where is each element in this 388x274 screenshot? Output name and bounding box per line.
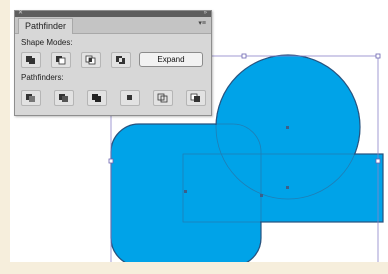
- unite-button[interactable]: [21, 52, 41, 68]
- crop-button[interactable]: [120, 90, 140, 106]
- handle-middle-right: [375, 158, 381, 164]
- tab-pathfinder[interactable]: Pathfinder: [18, 18, 74, 34]
- minus-back-button[interactable]: [186, 90, 206, 106]
- panel-collapse-icon[interactable]: »: [204, 9, 207, 17]
- handle-top-center: [241, 53, 247, 59]
- intersect-button[interactable]: [81, 52, 101, 68]
- minus-back-icon: [190, 93, 200, 102]
- crop-icon: [127, 95, 132, 100]
- canvas-border: [0, 262, 388, 274]
- shape-modes-row: [21, 52, 131, 68]
- minus-front-icon: [56, 56, 66, 65]
- exclude-button[interactable]: [111, 52, 131, 68]
- shape-modes-label: Shape Modes:: [21, 38, 73, 47]
- pathfinder-panel: ✕ » Pathfinder ▾≡ Shape Modes: Expand Pa…: [14, 10, 212, 116]
- panel-tab-row: Pathfinder ▾≡: [15, 17, 211, 34]
- trim-button[interactable]: [54, 90, 74, 106]
- divide-icon: [26, 94, 35, 102]
- pathfinders-label: Pathfinders:: [21, 73, 64, 82]
- outline-button[interactable]: [153, 90, 173, 106]
- exclude-icon: [116, 56, 125, 64]
- handle-top-right: [375, 53, 381, 59]
- pathfinders-row: [21, 90, 206, 106]
- intersect-icon: [85, 55, 96, 65]
- divide-button[interactable]: [21, 90, 41, 106]
- merge-icon: [92, 94, 101, 102]
- unite-icon: [26, 56, 35, 64]
- panel-close-icon[interactable]: ✕: [18, 9, 23, 17]
- handle-middle-left: [108, 158, 114, 164]
- minus-front-button[interactable]: [51, 52, 71, 68]
- panel-menu-icon[interactable]: ▾≡: [198, 20, 206, 28]
- outline-icon: [157, 93, 168, 103]
- expand-button[interactable]: Expand: [139, 52, 203, 67]
- merge-button[interactable]: [87, 90, 107, 106]
- trim-icon: [59, 94, 68, 102]
